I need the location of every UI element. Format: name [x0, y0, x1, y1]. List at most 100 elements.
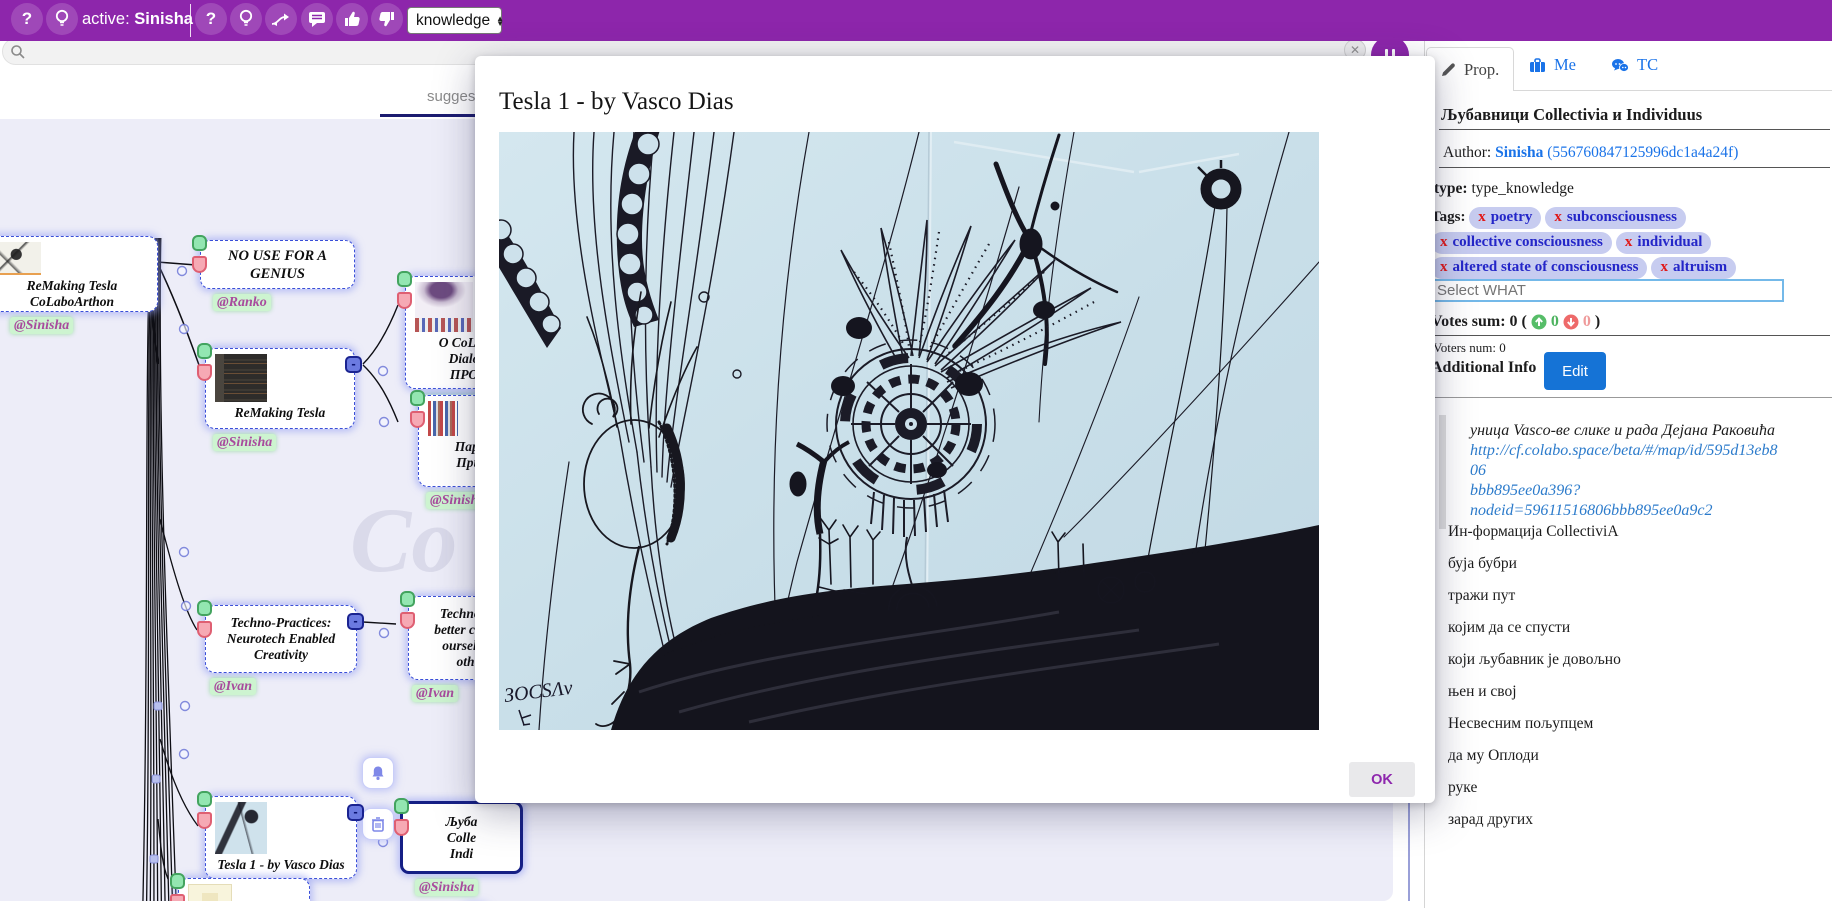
node-pin-green-icon[interactable] [400, 591, 415, 607]
select-what-input[interactable] [1430, 279, 1784, 302]
node-pin-pink-icon[interactable] [197, 364, 212, 381]
remove-tag-icon[interactable]: x [1478, 209, 1486, 225]
node-thumbnail-yellow-diagram [188, 884, 232, 901]
collapse-node-button[interactable]: - [347, 613, 364, 630]
node-pin-green-icon[interactable] [170, 873, 185, 889]
braid-markers [150, 702, 162, 901]
node-pin-green-icon[interactable] [410, 390, 425, 406]
tab-prop[interactable]: Prop. [1426, 47, 1514, 91]
delete-node-button[interactable] [363, 809, 393, 839]
active-user-label: active: Sinisha [82, 10, 193, 29]
ok-button[interactable]: OK [1349, 762, 1415, 797]
tags-block: Tags: xpoetryxsubconsciousnessxcollectiv… [1431, 206, 1781, 281]
voters-row: Voters num: 0 [1433, 340, 1506, 356]
node-pin-green-icon[interactable] [394, 798, 409, 814]
notify-bell-button[interactable] [363, 758, 393, 788]
node-pin-green-icon[interactable] [197, 791, 212, 807]
node-label: NO USE FOR AGENIUS [206, 247, 349, 283]
info-paragraph: којим да се спусти [1448, 618, 1808, 637]
tab-me[interactable]: Me [1529, 55, 1576, 75]
node-pin-green-icon[interactable] [397, 271, 412, 287]
node-pin-pink-icon[interactable] [410, 411, 425, 428]
remove-tag-icon[interactable]: x [1554, 209, 1562, 225]
author-chip: @Sinisha [415, 879, 478, 896]
collapse-node-button[interactable]: - [347, 804, 364, 821]
select-spinner-icon: ▲▼ [496, 16, 504, 26]
node-thumbnail-sketch-portrait [0, 242, 41, 275]
info-paragraph: тражи пут [1448, 586, 1808, 605]
remove-tag-icon[interactable]: x [1440, 259, 1448, 275]
map-node-tesla-1-by-vasco-dias[interactable]: Tesla 1 - by Vasco Dias- [205, 796, 357, 879]
node-pin-green-icon[interactable] [197, 343, 212, 359]
map-node-teslas-inspired-holistic-clue[interactable]: Tesla's InspiredHolistic Clue forFuture … [178, 878, 310, 901]
comment-icon[interactable] [301, 3, 333, 35]
help-icon[interactable]: ? [11, 3, 43, 35]
vote-down-icon[interactable] [1563, 314, 1579, 330]
node-pin-pink-icon[interactable] [197, 812, 212, 829]
lightbulb-icon[interactable] [230, 3, 262, 35]
author-chip: @Ivan [210, 678, 256, 695]
artwork-dialog: Tesla 1 - by Vasco Dias [475, 56, 1435, 803]
map-node-ljubavnici-collectivia[interactable]: ЉубаColleIndi [400, 801, 523, 874]
map-node-remaking-tesla-colaboarthon[interactable]: ReMaking TeslaCoLaboArthon [0, 236, 158, 312]
merge-arrow-icon[interactable] [265, 3, 297, 35]
thumbs-up-icon[interactable] [336, 3, 368, 35]
node-pin-pink-icon[interactable] [197, 621, 212, 638]
map-node-no-use-for-a-genius[interactable]: NO USE FOR AGENIUS [200, 240, 355, 289]
node-title: Љубавници Collectivia и Individuus [1441, 105, 1702, 125]
properties-panel: Prop. Me TC Љубавници Collectivia и Indi… [1424, 41, 1832, 908]
search-icon [10, 44, 26, 60]
author-id-link[interactable]: (556760847125996dc1a4a24f) [1547, 144, 1738, 161]
remove-tag-icon[interactable]: x [1440, 234, 1448, 250]
author-chip: @Ranko [213, 294, 271, 311]
node-pin-pink-icon[interactable] [394, 819, 409, 836]
artwork-image: ЗОCSΛv [499, 132, 1319, 730]
info-paragraph: да му Оплоди [1448, 746, 1808, 765]
top-toolbar: ? active: Sinisha ? knowledge ▲▼ [0, 0, 1832, 41]
edit-button[interactable]: Edit [1544, 352, 1606, 390]
tag-pill[interactable]: xaltered state of consciousness [1431, 257, 1647, 279]
map-link[interactable]: http://cf.colabo.space/beta/#/map/id/595… [1470, 442, 1778, 519]
thumbs-down-icon[interactable] [371, 3, 403, 35]
node-pin-pink-icon[interactable] [397, 292, 412, 309]
info-paragraphs: Ин-формација CollectiviA буја бубри тражи … [1448, 522, 1808, 842]
map-node-techno-practices-neurotech[interactable]: Techno-Practices:Neurotech EnabledCreati… [205, 605, 357, 673]
info-paragraph: руке [1448, 778, 1808, 797]
tag-pill[interactable]: xpoetry [1469, 207, 1541, 229]
map-node-remaking-tesla[interactable]: ReMaking Tesla- [205, 348, 355, 429]
node-pin-green-icon[interactable] [192, 235, 207, 251]
node-type-select[interactable]: knowledge ▲▼ [407, 7, 502, 34]
node-label: Techno-Practices:Neurotech EnabledCreati… [211, 615, 351, 663]
tag-pill[interactable]: xaltruism [1651, 257, 1736, 279]
node-thumbnail-drawing-blue [215, 802, 267, 854]
chat-bubbles-icon [1611, 58, 1629, 73]
author-row: Author: Sinisha (556760847125996dc1a4a24… [1443, 144, 1738, 162]
node-label: ReMaking Tesla [211, 405, 349, 421]
node-pin-pink-icon[interactable] [192, 256, 207, 273]
trash-icon [371, 816, 385, 832]
tab-tc[interactable]: TC [1611, 55, 1658, 75]
tag-pill[interactable]: xindividual [1616, 232, 1712, 254]
pencil-icon [1441, 62, 1456, 77]
remove-tag-icon[interactable]: x [1625, 234, 1633, 250]
lightbulb-icon[interactable] [46, 3, 78, 35]
author-chip: @Sinisha [213, 434, 276, 451]
node-pin-pink-icon[interactable] [400, 612, 415, 629]
tag-pill[interactable]: xcollective consciousness [1431, 232, 1612, 254]
author-link[interactable]: Sinisha [1495, 144, 1543, 161]
bell-icon [370, 765, 386, 781]
tab-suggest[interactable]: suggest [427, 88, 480, 105]
info-paragraph: буја бубри [1448, 554, 1808, 573]
node-pin-green-icon[interactable] [197, 600, 212, 616]
vote-up-icon[interactable] [1531, 314, 1547, 330]
info-blockquote: уница Vasco-ве слике и рада Дејана Раков… [1439, 415, 1783, 529]
node-label: ЉубаColleIndi [408, 814, 515, 862]
info-paragraph: њен и свој [1448, 682, 1808, 701]
help-icon[interactable]: ? [195, 3, 227, 35]
collapse-node-button[interactable]: - [345, 356, 362, 373]
info-paragraph: Ин-формација CollectiviA [1448, 522, 1808, 541]
info-paragraph: који љубавник је довољно [1448, 650, 1808, 669]
tag-pill[interactable]: xsubconsciousness [1545, 207, 1686, 229]
remove-tag-icon[interactable]: x [1660, 259, 1668, 275]
node-pin-pink-icon[interactable] [170, 894, 185, 901]
